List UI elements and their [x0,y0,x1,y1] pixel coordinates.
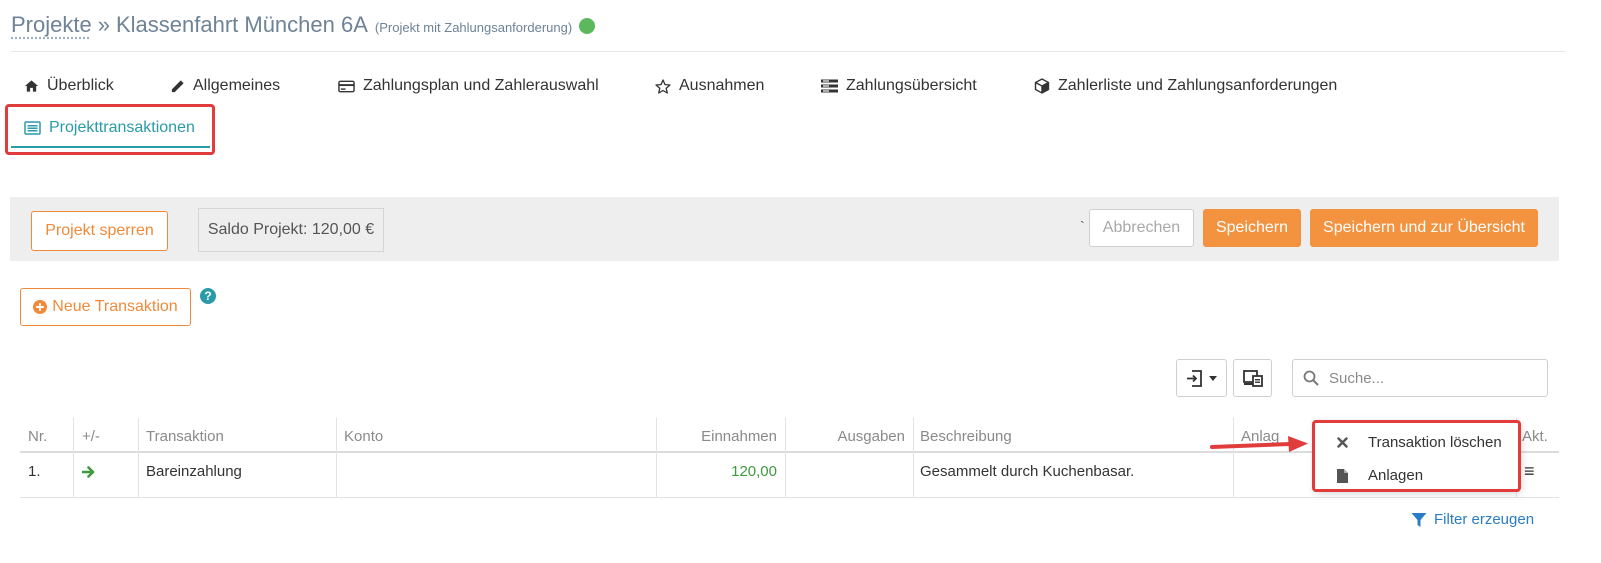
annotation-highlight-tab [5,104,215,155]
create-filter-link[interactable]: Filter erzeugen [1411,511,1534,528]
search-box [1292,359,1548,397]
new-transaction-button[interactable]: Neue Transaktion [20,288,191,326]
tab-zahlerliste[interactable]: Zahlerliste und Zahlungsanforderungen [1034,77,1337,95]
tab-zahlungsuebersicht[interactable]: Zahlungsübersicht [821,77,977,95]
column-header-konto[interactable]: Konto [344,428,383,445]
cell-beschreibung: Gesammelt durch Kuchenbasar. [920,463,1135,480]
search-input[interactable] [1327,368,1527,388]
search-icon [1303,370,1319,386]
caret-down-icon [1209,375,1217,381]
tab-label: Zahlerliste und Zahlungsanforderungen [1058,77,1338,94]
column-header-einnahmen[interactable]: Einnahmen [656,428,777,445]
breadcrumb-projects-link[interactable]: Projekte [11,12,92,38]
column-header-direction[interactable]: +/- [82,428,100,445]
column-header-nr[interactable]: Nr. [28,428,47,445]
tab-label: Zahlungsplan und Zahlerauswahl [363,77,599,94]
new-transaction-label: Neue Transaktion [52,298,178,315]
plus-circle-icon [33,300,48,314]
tab-ausnahmen[interactable]: Ausnahmen [655,77,764,95]
stray-backtick: ` [1080,218,1085,234]
annotation-highlight-menu [1312,420,1521,492]
star-icon [655,78,671,94]
breadcrumb-separator: » [97,12,110,37]
tab-label: Überblick [47,77,114,94]
cell-transaktion: Bareinzahlung [146,463,242,480]
status-dot [579,18,596,34]
home-icon [24,80,39,92]
cancel-button[interactable]: Abbrechen [1089,209,1194,247]
list-icon [821,79,838,93]
pencil-icon [171,79,184,92]
annotation-arrow [1210,436,1308,452]
save-and-overview-button[interactable]: Speichern und zur Übersicht [1310,209,1538,247]
filter-icon [1411,512,1427,527]
columns-button[interactable] [1233,359,1272,397]
cell-nr: 1. [28,463,41,480]
project-type: (Projekt mit Zahlungsanforderung) [374,20,573,35]
cell-einnahmen: 120,00 [731,463,777,480]
export-dropdown-button[interactable] [1176,359,1227,397]
column-header-aktion: Akt. [1522,428,1548,445]
filter-label: Filter erzeugen [1434,511,1535,528]
row-divider [20,497,1559,498]
page-title: Projekte » Klassenfahrt München 6A (Proj… [11,12,596,38]
arrow-right-icon [82,466,95,478]
project-balance: Saldo Projekt: 120,00 € [198,208,384,252]
tab-ueberblick[interactable]: Überblick [24,77,114,95]
title-divider [11,51,1566,52]
lock-project-button[interactable]: Projekt sperren [31,211,168,251]
cube-icon [1034,78,1050,94]
help-icon[interactable]: ? [200,288,216,304]
columns-icon [1242,369,1263,387]
project-name: Klassenfahrt München 6A [115,12,368,37]
export-icon [1187,369,1202,387]
save-button[interactable]: Speichern [1203,209,1301,247]
row-actions-menu-icon[interactable]: ≡ [1524,461,1535,482]
tab-label: Zahlungsübersicht [846,77,977,94]
column-header-beschreibung[interactable]: Beschreibung [920,428,1012,445]
column-header-ausgaben[interactable]: Ausgaben [786,428,905,445]
tab-allgemeines[interactable]: Allgemeines [170,77,280,95]
tab-label: Allgemeines [193,77,281,94]
column-header-transaktion[interactable]: Transaktion [146,428,224,445]
credit-card-icon [338,80,355,92]
tab-label: Ausnahmen [679,77,765,94]
tab-zahlungsplan[interactable]: Zahlungsplan und Zahlerauswahl [338,77,599,95]
